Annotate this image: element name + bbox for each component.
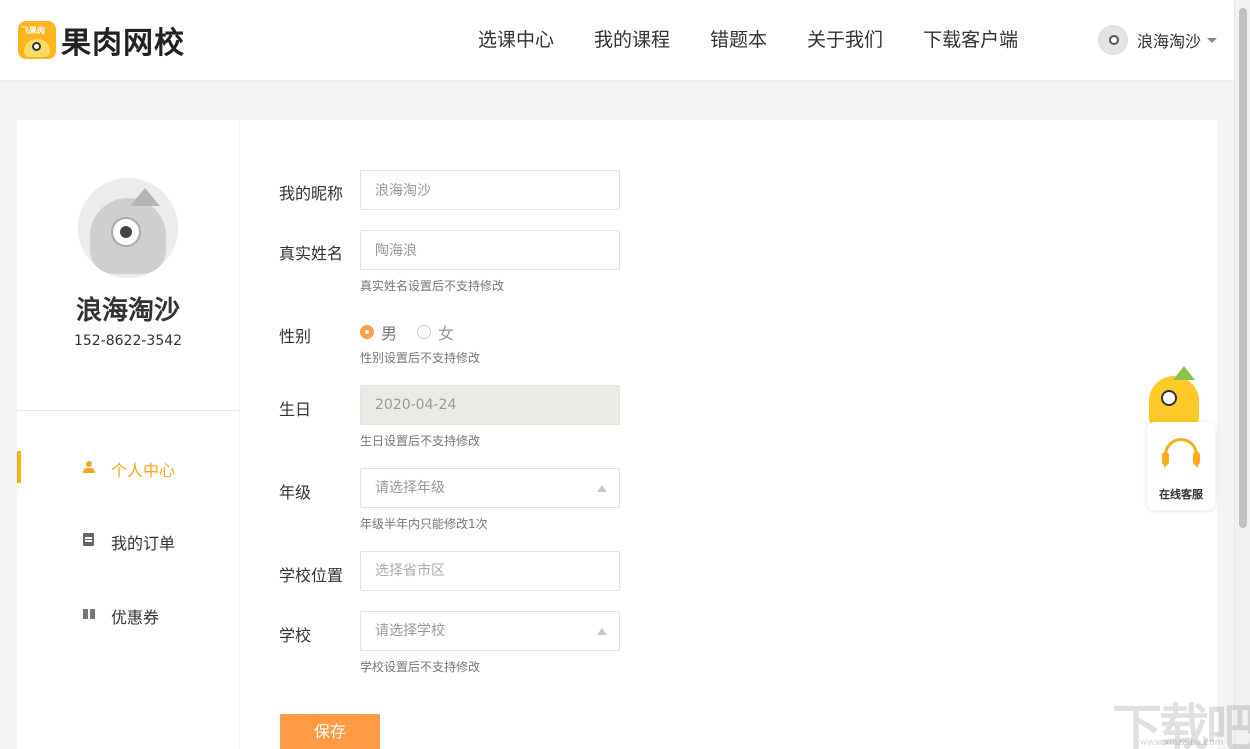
user-avatar (1098, 25, 1128, 55)
sidebar-item-coupons[interactable]: 优惠券 (17, 598, 239, 630)
profile-avatar[interactable] (78, 178, 178, 278)
sidebar-item-label: 个人中心 (111, 461, 176, 480)
sidebar-item-label: 我的订单 (111, 534, 176, 553)
nav-course-center[interactable]: 选课中心 (458, 0, 574, 80)
logo[interactable]: 飞果肉 果肉网校 (18, 20, 185, 61)
grade-placeholder: 请选择年级 (375, 480, 445, 496)
online-service-button[interactable]: 在线客服 (1147, 422, 1215, 510)
realname-label: 真实姓名 (279, 244, 344, 263)
gender-radio-group: 男 女 (360, 320, 474, 344)
sidebar-item-my-orders[interactable]: 我的订单 (17, 524, 239, 556)
headset-icon (1162, 438, 1200, 472)
birthday-input: 2020-04-24 (360, 385, 620, 425)
gender-male-radio[interactable]: 男 (360, 320, 397, 344)
nav-wrong-questions[interactable]: 错题本 (690, 0, 787, 80)
nickname-label: 我的昵称 (279, 184, 344, 203)
school-select[interactable]: 请选择学校 (360, 611, 620, 651)
school-hint: 学校设置后不支持修改 (360, 660, 481, 674)
grade-label: 年级 (279, 483, 312, 502)
grade-select[interactable]: 请选择年级 (360, 468, 620, 508)
coupon-icon (83, 608, 95, 620)
sidebar-item-label: 优惠券 (111, 608, 160, 627)
chevron-down-icon (1207, 37, 1218, 43)
save-button[interactable]: 保存 (280, 714, 380, 749)
logo-badge: 飞果肉 (21, 26, 45, 35)
school-location-label: 学校位置 (279, 566, 344, 585)
grade-hint: 年级半年内只能修改1次 (360, 517, 488, 531)
gender-male-label: 男 (381, 324, 398, 343)
birthday-hint: 生日设置后不支持修改 (360, 434, 481, 448)
gender-hint: 性别设置后不支持修改 (360, 351, 481, 365)
user-name: 浪海淘沙 (1137, 32, 1202, 51)
select-arrow-icon (597, 628, 607, 635)
logo-mascot-icon: 飞果肉 (18, 21, 56, 59)
sidebar-item-personal-center[interactable]: 个人中心 (17, 451, 239, 483)
top-header: 飞果肉 果肉网校 选课中心 我的课程 错题本 关于我们 下载客户端 浪海淘沙 (0, 0, 1234, 80)
profile-name: 浪海淘沙 (75, 296, 180, 326)
gender-label: 性别 (279, 327, 312, 346)
scrollbar-thumb[interactable] (1239, 8, 1247, 528)
select-arrow-icon (597, 485, 607, 492)
person-icon (83, 461, 95, 473)
profile-sidebar: 浪海淘沙 152-8622-3542 个人中心 我的订单 优惠券 (17, 120, 239, 749)
nickname-input[interactable] (360, 170, 620, 210)
gender-female-label: 女 (438, 324, 455, 343)
nav-download-client[interactable]: 下载客户端 (903, 0, 1038, 80)
user-menu[interactable]: 浪海淘沙 (1098, 24, 1218, 56)
page-scrollbar[interactable] (1234, 0, 1250, 749)
profile-form: 我的昵称 真实姓名 真实姓名设置后不支持修改 性别 男 女 性别设置后不支持修改… (240, 120, 1217, 749)
school-location-input[interactable] (360, 551, 620, 591)
logo-text: 果肉网校 (61, 26, 185, 61)
gender-female-radio[interactable]: 女 (417, 320, 454, 344)
order-icon (83, 533, 95, 546)
active-indicator (17, 451, 21, 483)
mascot-icon (1147, 362, 1213, 428)
birthday-label: 生日 (279, 400, 312, 419)
realname-hint: 真实姓名设置后不支持修改 (360, 279, 505, 293)
nav-about-us[interactable]: 关于我们 (787, 0, 903, 80)
radio-checked-icon (360, 325, 374, 339)
main-nav: 选课中心 我的课程 错题本 关于我们 下载客户端 (458, 0, 1038, 80)
realname-input[interactable] (360, 230, 620, 270)
school-label: 学校 (279, 626, 312, 645)
nav-my-courses[interactable]: 我的课程 (574, 0, 690, 80)
radio-unchecked-icon (417, 325, 432, 339)
watermark-url: www.xiazaiba.com (1140, 738, 1224, 748)
online-service-label: 在线客服 (1159, 488, 1203, 501)
sidebar-divider (17, 410, 239, 411)
profile-phone: 152-8622-3542 (73, 333, 183, 349)
school-placeholder: 请选择学校 (375, 623, 445, 639)
